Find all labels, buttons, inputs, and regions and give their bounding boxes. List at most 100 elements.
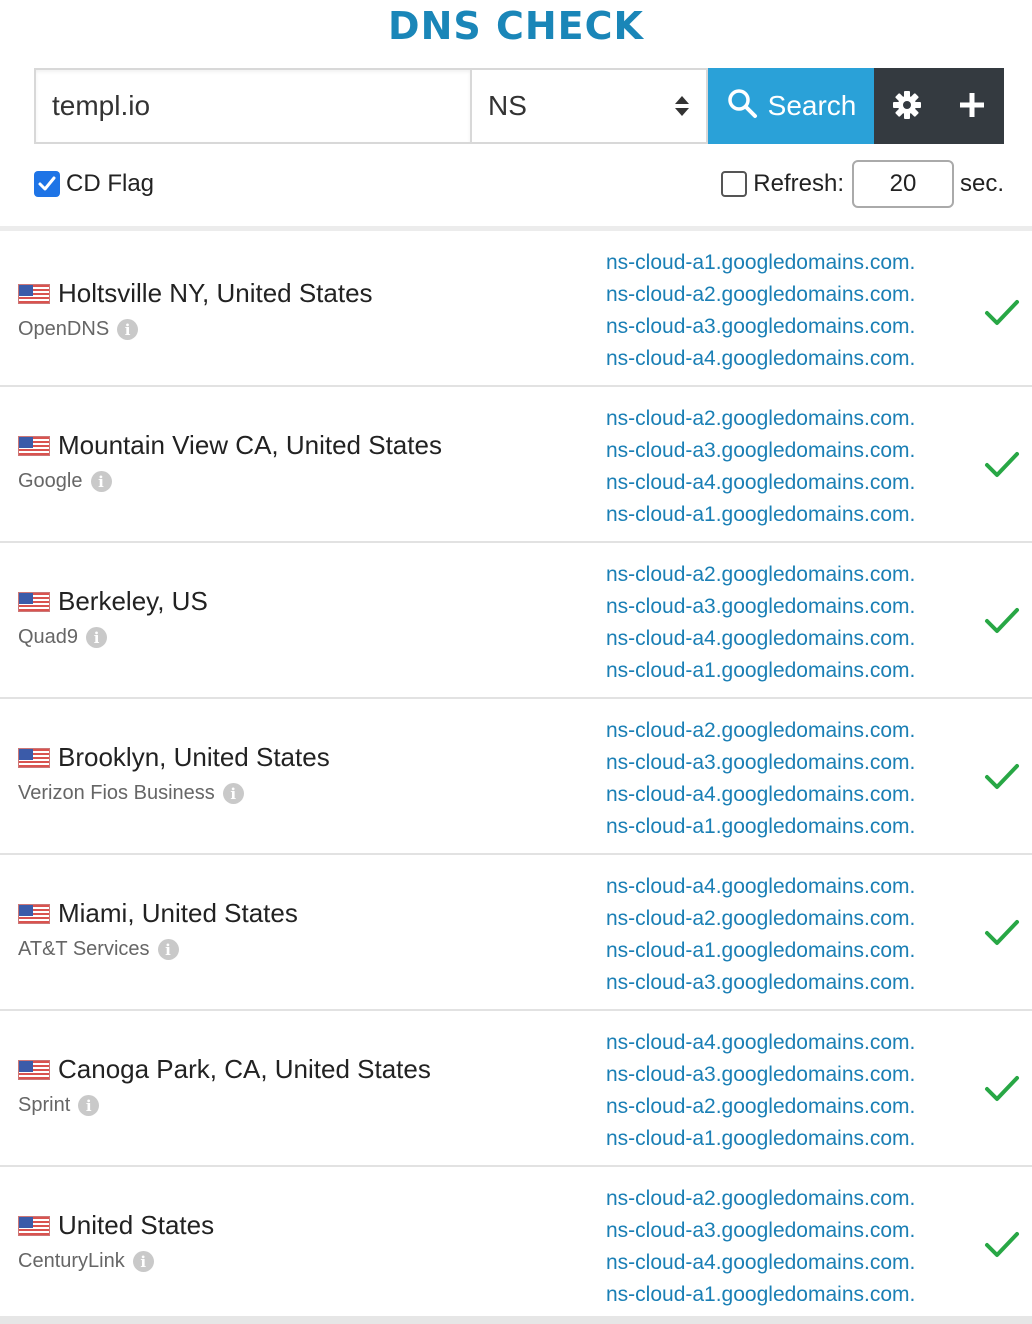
refresh-label: Refresh: bbox=[753, 170, 844, 197]
options-row: CD Flag Refresh: sec. bbox=[34, 160, 1004, 208]
us-flag-icon bbox=[18, 435, 50, 456]
ns-record-link[interactable]: ns-cloud-a2.googledomains.com. bbox=[606, 403, 915, 435]
ns-record-link[interactable]: ns-cloud-a1.googledomains.com. bbox=[606, 935, 915, 967]
gear-icon bbox=[891, 89, 923, 124]
provider-name: OpenDNS bbox=[18, 318, 110, 340]
location-name: Holtsville NY, United States bbox=[58, 278, 373, 308]
record-list: ns-cloud-a2.googledomains.com. ns-cloud-a… bbox=[606, 1183, 915, 1311]
provider-name: CenturyLink bbox=[18, 1250, 125, 1272]
settings-button[interactable] bbox=[874, 68, 939, 144]
location: Mountain View CA, United States bbox=[18, 430, 442, 461]
location-name: Berkeley, US bbox=[58, 586, 208, 616]
checkmark-icon bbox=[984, 606, 1020, 641]
provider-name: Quad9 bbox=[18, 626, 79, 648]
ns-record-link[interactable]: ns-cloud-a4.googledomains.com. bbox=[606, 467, 915, 499]
ns-record-link[interactable]: ns-cloud-a4.googledomains.com. bbox=[606, 1027, 915, 1059]
ns-record-link[interactable]: ns-cloud-a3.googledomains.com. bbox=[606, 435, 915, 467]
ns-record-link[interactable]: ns-cloud-a3.googledomains.com. bbox=[606, 747, 915, 779]
checkmark-icon bbox=[984, 1230, 1020, 1265]
ns-record-link[interactable]: ns-cloud-a1.googledomains.com. bbox=[606, 247, 915, 279]
info-icon[interactable]: i bbox=[132, 1251, 154, 1272]
record-list: ns-cloud-a1.googledomains.com. ns-cloud-a… bbox=[606, 247, 915, 375]
record-list: ns-cloud-a2.googledomains.com. ns-cloud-a… bbox=[606, 559, 915, 687]
ns-record-link[interactable]: ns-cloud-a4.googledomains.com. bbox=[606, 343, 915, 375]
ns-record-link[interactable]: ns-cloud-a2.googledomains.com. bbox=[606, 279, 915, 311]
checkmark-icon bbox=[984, 918, 1020, 953]
info-icon[interactable]: i bbox=[117, 319, 139, 340]
ns-record-link[interactable]: ns-cloud-a3.googledomains.com. bbox=[606, 591, 915, 623]
cd-flag-option[interactable]: CD Flag bbox=[34, 170, 154, 198]
result-row: Miami, United States AT&T Services i ns-clo… bbox=[0, 855, 1032, 1011]
us-flag-icon bbox=[18, 903, 50, 924]
us-flag-icon bbox=[18, 591, 50, 612]
ns-record-link[interactable]: ns-cloud-a2.googledomains.com. bbox=[606, 1091, 915, 1123]
info-icon[interactable]: i bbox=[86, 627, 108, 648]
provider-name: Google bbox=[18, 470, 83, 492]
refresh-option: Refresh: sec. bbox=[721, 160, 1004, 208]
record-type-select[interactable]: NS bbox=[470, 68, 708, 144]
checkmark-icon bbox=[984, 762, 1020, 797]
location: Canoga Park, CA, United States bbox=[18, 1054, 431, 1085]
record-list: ns-cloud-a4.googledomains.com. ns-cloud-a… bbox=[606, 871, 915, 999]
ns-record-link[interactable]: ns-cloud-a2.googledomains.com. bbox=[606, 903, 915, 935]
ns-record-link[interactable]: ns-cloud-a4.googledomains.com. bbox=[606, 779, 915, 811]
cd-flag-label: CD Flag bbox=[66, 170, 155, 197]
checkmark-icon bbox=[984, 1074, 1020, 1109]
ns-record-link[interactable]: ns-cloud-a3.googledomains.com. bbox=[606, 967, 915, 999]
us-flag-icon bbox=[18, 283, 50, 304]
search-button-label: Search bbox=[767, 90, 857, 121]
result-row: Canoga Park, CA, United States Sprint i ns-… bbox=[0, 1011, 1032, 1167]
ns-record-link[interactable]: ns-cloud-a3.googledomains.com. bbox=[606, 1059, 915, 1091]
domain-input[interactable] bbox=[34, 68, 470, 144]
add-button[interactable] bbox=[939, 68, 1004, 144]
result-row: Brooklyn, United States Verizon Fios Busi… bbox=[0, 699, 1032, 855]
provider-name: AT&T Services bbox=[18, 938, 150, 960]
ns-record-link[interactable]: ns-cloud-a1.googledomains.com. bbox=[606, 655, 915, 687]
info-icon[interactable]: i bbox=[157, 939, 179, 960]
provider: AT&T Services i bbox=[18, 938, 179, 961]
ns-record-link[interactable]: ns-cloud-a1.googledomains.com. bbox=[606, 811, 915, 843]
bottom-divider bbox=[0, 1316, 1032, 1324]
search-button[interactable]: Search bbox=[708, 68, 874, 144]
ns-record-link[interactable]: ns-cloud-a3.googledomains.com. bbox=[606, 311, 915, 343]
provider: Verizon Fios Business i bbox=[18, 782, 244, 805]
ns-record-link[interactable]: ns-cloud-a2.googledomains.com. bbox=[606, 1183, 915, 1215]
checkmark-icon bbox=[984, 298, 1020, 333]
ns-record-link[interactable]: ns-cloud-a4.googledomains.com. bbox=[606, 871, 915, 903]
info-icon[interactable]: i bbox=[78, 1095, 100, 1116]
provider: OpenDNS i bbox=[18, 318, 139, 341]
location: Holtsville NY, United States bbox=[18, 278, 373, 309]
result-row: Holtsville NY, United States OpenDNS i ns-c… bbox=[0, 231, 1032, 387]
ns-record-link[interactable]: ns-cloud-a4.googledomains.com. bbox=[606, 623, 915, 655]
cd-flag-checkbox[interactable] bbox=[34, 171, 60, 197]
result-row: United States CenturyLink i ns-cloud-a2.goo… bbox=[0, 1167, 1032, 1323]
location-name: Miami, United States bbox=[58, 898, 298, 928]
us-flag-icon bbox=[18, 1059, 50, 1080]
select-arrows-icon bbox=[674, 95, 690, 117]
refresh-interval-input[interactable] bbox=[851, 160, 954, 208]
provider-name: Sprint bbox=[18, 1094, 71, 1116]
ns-record-link[interactable]: ns-cloud-a3.googledomains.com. bbox=[606, 1215, 915, 1247]
ns-record-link[interactable]: ns-cloud-a2.googledomains.com. bbox=[606, 559, 915, 591]
page-title: DNS CHECK bbox=[388, 4, 644, 48]
ns-record-link[interactable]: ns-cloud-a2.googledomains.com. bbox=[606, 715, 915, 747]
ns-record-link[interactable]: ns-cloud-a1.googledomains.com. bbox=[606, 499, 915, 531]
location: Miami, United States bbox=[18, 898, 298, 929]
info-icon[interactable]: i bbox=[222, 783, 244, 804]
checkmark-icon bbox=[984, 450, 1020, 485]
ns-record-link[interactable]: ns-cloud-a1.googledomains.com. bbox=[606, 1123, 915, 1155]
results-list: Holtsville NY, United States OpenDNS i ns-c… bbox=[0, 226, 1032, 1324]
refresh-unit: sec. bbox=[959, 170, 1004, 197]
search-icon bbox=[726, 87, 758, 126]
location: United States bbox=[18, 1210, 214, 1241]
ns-record-link[interactable]: ns-cloud-a4.googledomains.com. bbox=[606, 1247, 915, 1279]
ns-record-link[interactable]: ns-cloud-a1.googledomains.com. bbox=[606, 1279, 915, 1311]
result-row: Mountain View CA, United States Google i ns… bbox=[0, 387, 1032, 543]
plus-icon bbox=[958, 91, 986, 122]
search-bar: NS Search bbox=[34, 68, 1004, 144]
location-name: Brooklyn, United States bbox=[58, 742, 330, 772]
refresh-checkbox[interactable] bbox=[721, 171, 748, 197]
location: Berkeley, US bbox=[18, 586, 208, 617]
record-list: ns-cloud-a4.googledomains.com. ns-cloud-a… bbox=[606, 1027, 915, 1155]
info-icon[interactable]: i bbox=[90, 471, 112, 492]
